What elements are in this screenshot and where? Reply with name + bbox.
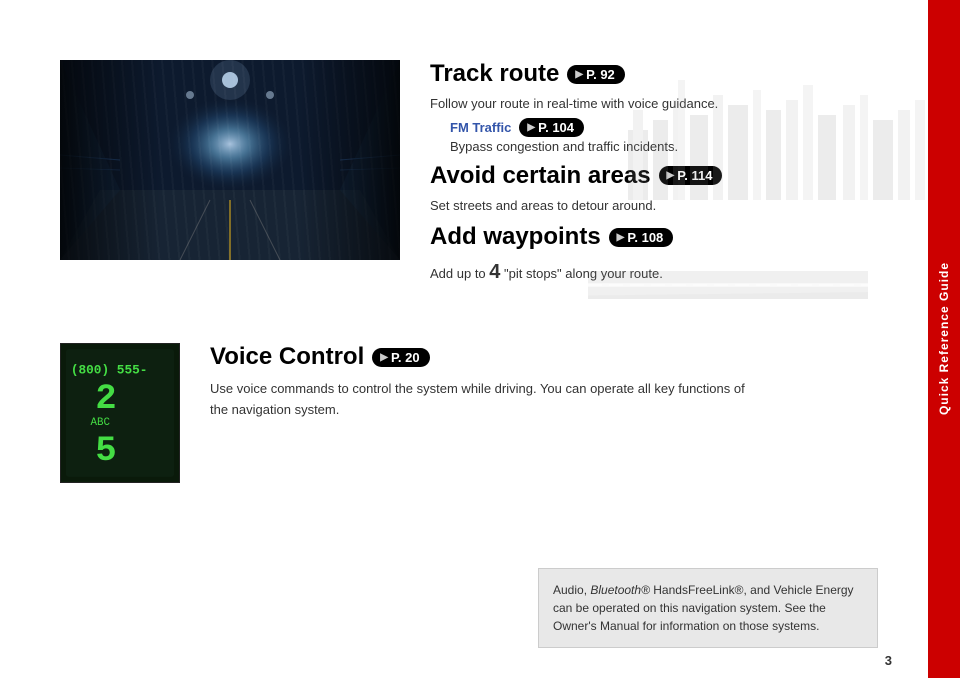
track-route-label: Track route xyxy=(430,60,559,88)
waypoints-pre: Add up to xyxy=(430,266,489,281)
voice-control-heading: Voice Control P. 20 xyxy=(210,343,888,371)
svg-text:5: 5 xyxy=(95,431,116,471)
phone-image: (800) 555- 2 ABC 5 xyxy=(60,343,180,483)
track-route-ref: P. 92 xyxy=(567,65,624,84)
svg-text:ABC: ABC xyxy=(91,417,111,429)
skyline-decoration xyxy=(628,50,928,200)
avoid-areas-label: Avoid certain areas xyxy=(430,162,651,190)
waypoints-number: 4 xyxy=(489,261,500,283)
voice-control-label: Voice Control xyxy=(210,343,364,371)
sidebar-tab: Quick Reference Guide xyxy=(928,0,960,678)
bottom-note-text: Audio, Bluetooth® HandsFreeLink®, and Ve… xyxy=(553,581,863,635)
add-waypoints-label: Add waypoints xyxy=(430,223,601,251)
fm-traffic-ref: P. 104 xyxy=(519,118,584,137)
svg-text:2: 2 xyxy=(95,379,116,419)
note-bluetooth: Bluetooth® xyxy=(590,583,650,597)
add-waypoints-heading: Add waypoints P. 108 xyxy=(430,223,888,251)
page-number: 3 xyxy=(885,653,892,668)
tunnel-image xyxy=(60,60,400,260)
voice-control-desc: Use voice commands to control the system… xyxy=(210,379,760,421)
bottom-section: (800) 555- 2 ABC 5 Voice Control P. 20 U… xyxy=(0,323,928,503)
road-decoration xyxy=(588,271,868,299)
fm-traffic-label: FM Traffic xyxy=(450,120,511,135)
section-divider xyxy=(60,311,868,313)
svg-text:(800) 555-: (800) 555- xyxy=(71,363,148,378)
add-waypoints-ref: P. 108 xyxy=(609,228,674,247)
voice-control-info: Voice Control P. 20 Use voice commands t… xyxy=(210,343,888,421)
top-section: Track route P. 92 Follow your route in r… xyxy=(0,0,928,311)
sidebar-label: Quick Reference Guide xyxy=(937,262,951,415)
bottom-note-box: Audio, Bluetooth® HandsFreeLink®, and Ve… xyxy=(538,568,878,648)
voice-control-ref: P. 20 xyxy=(372,348,429,367)
main-content: Track route P. 92 Follow your route in r… xyxy=(0,0,928,678)
note-text-1: Audio, xyxy=(553,583,590,597)
